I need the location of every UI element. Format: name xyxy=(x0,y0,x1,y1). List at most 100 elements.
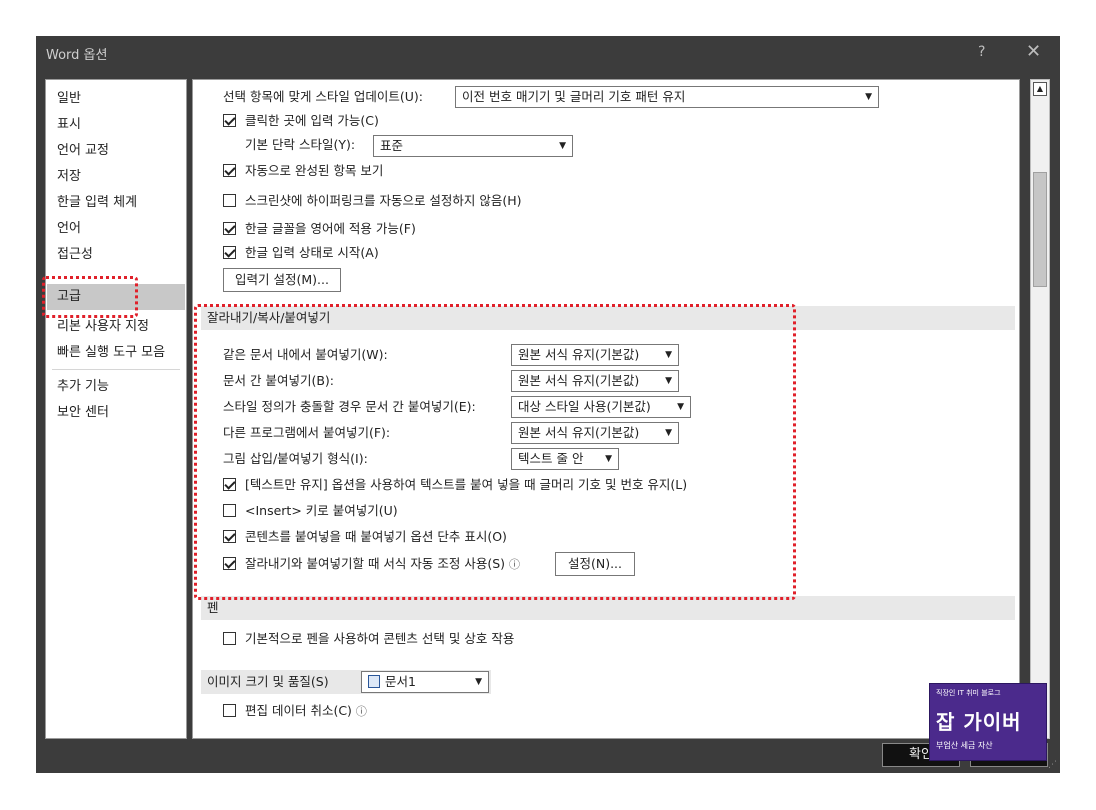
style-update-value: 이전 번호 매기기 및 글머리 기호 패턴 유지 xyxy=(462,89,686,104)
chevron-down-icon: ▼ xyxy=(605,454,612,464)
picture-insert-value: 텍스트 줄 안 xyxy=(518,451,584,466)
picture-insert-label: 그림 삽입/붙여넣기 형식(I): xyxy=(223,451,368,466)
sidebar-item-proofing[interactable]: 언어 교정 xyxy=(47,138,185,164)
insert-key-label: <Insert> 키로 붙여넣기(U) xyxy=(245,503,398,518)
chevron-down-icon: ▼ xyxy=(665,376,672,386)
hangul-start-option[interactable]: 한글 입력 상태로 시작(A) xyxy=(223,242,379,264)
paste-between-docs-label: 문서 간 붙여넣기(B): xyxy=(223,373,334,388)
vertical-scrollbar[interactable]: ▲ xyxy=(1030,79,1050,739)
picture-insert-dropdown[interactable]: 텍스트 줄 안 ▼ xyxy=(511,448,619,470)
word-options-dialog: Word 옵션 ? ✕ 일반 표시 언어 교정 저장 한글 입력 체계 언어 접… xyxy=(36,36,1060,773)
pen-select-checkbox[interactable] xyxy=(223,632,236,645)
keep-bullets-label: [텍스트만 유지] 옵션을 사용하여 텍스트를 붙여 넣을 때 글머리 기호 및… xyxy=(245,477,688,492)
chevron-down-icon: ▼ xyxy=(475,677,482,687)
sidebar-item-general[interactable]: 일반 xyxy=(47,86,185,112)
category-sidebar: 일반 표시 언어 교정 저장 한글 입력 체계 언어 접근성 고급 리본 사용자… xyxy=(45,79,187,739)
paste-style-conflict-value: 대상 스타일 사용(기본값) xyxy=(518,399,651,414)
sidebar-item-advanced[interactable]: 고급 xyxy=(47,284,185,310)
autocomplete-label: 자동으로 완성된 항목 보기 xyxy=(245,163,384,178)
screenshot-hyperlink-checkbox[interactable] xyxy=(223,194,236,207)
paste-within-doc-dropdown[interactable]: 원본 서식 유지(기본값) ▼ xyxy=(511,344,679,366)
smart-cut-settings-button[interactable]: 설정(N)... xyxy=(555,552,635,576)
resize-grip-icon[interactable]: ⋰ xyxy=(1048,760,1057,770)
scroll-up-icon[interactable]: ▲ xyxy=(1033,82,1047,96)
hangul-start-label: 한글 입력 상태로 시작(A) xyxy=(245,245,379,260)
show-paste-options-checkbox[interactable] xyxy=(223,530,236,543)
chevron-down-icon: ▼ xyxy=(865,92,872,102)
default-style-value: 표준 xyxy=(380,138,404,153)
pen-select-label: 기본적으로 펜을 사용하여 콘텐츠 선택 및 상호 작용 xyxy=(245,631,515,646)
paste-other-program-label: 다른 프로그램에서 붙여넣기(F): xyxy=(223,425,391,440)
click-type-option[interactable]: 클릭한 곳에 입력 가능(C) xyxy=(223,110,379,132)
smart-cut-label: 잘라내기와 붙여넣기할 때 서식 자동 조정 사용(S) xyxy=(245,556,506,571)
paste-within-doc-label: 같은 문서 내에서 붙여넣기(W): xyxy=(223,347,388,362)
sidebar-item-hangul-input[interactable]: 한글 입력 체계 xyxy=(47,190,185,216)
hangul-start-checkbox[interactable] xyxy=(223,246,236,259)
pen-select-option[interactable]: 기본적으로 펜을 사용하여 콘텐츠 선택 및 상호 작용 xyxy=(223,628,514,650)
smart-cut-option[interactable]: 잘라내기와 붙여넣기할 때 서식 자동 조정 사용(S) ⓘ xyxy=(223,553,520,575)
show-paste-options-label: 콘텐츠를 붙여넣을 때 붙여넣기 옵션 단추 표시(O) xyxy=(245,529,507,544)
chevron-down-icon: ▼ xyxy=(665,428,672,438)
discard-edit-label: 편집 데이터 취소(C) xyxy=(245,703,352,718)
default-style-label: 기본 단락 스타일(Y): xyxy=(245,137,356,152)
smart-cut-checkbox[interactable] xyxy=(223,557,236,570)
show-paste-options-option[interactable]: 콘텐츠를 붙여넣을 때 붙여넣기 옵션 단추 표시(O) xyxy=(223,526,507,548)
discard-edit-option[interactable]: 편집 데이터 취소(C) ⓘ xyxy=(223,700,367,722)
sidebar-item-language[interactable]: 언어 xyxy=(47,216,185,242)
sidebar-item-display[interactable]: 표시 xyxy=(47,112,185,138)
sidebar-item-accessibility[interactable]: 접근성 xyxy=(47,242,185,268)
watermark-subtitle: 부업산 세금 자산 xyxy=(936,741,993,750)
info-icon: ⓘ xyxy=(355,705,367,718)
discard-edit-checkbox[interactable] xyxy=(223,704,236,717)
dialog-title: Word 옵션 xyxy=(46,48,108,63)
blog-watermark: 직장인 IT 취미 블로그 잡 가이버 부업산 세금 자산 xyxy=(929,683,1047,761)
hangul-font-label: 한글 글꼴을 영어에 적용 가능(F) xyxy=(245,221,416,236)
keep-bullets-option[interactable]: [텍스트만 유지] 옵션을 사용하여 텍스트를 붙여 넣을 때 글머리 기호 및… xyxy=(223,474,687,496)
options-content: 선택 항목에 맞게 스타일 업데이트(U): 이전 번호 매기기 및 글머리 기… xyxy=(192,79,1020,739)
chevron-down-icon: ▼ xyxy=(677,402,684,412)
insert-key-checkbox[interactable] xyxy=(223,504,236,517)
cut-copy-paste-header: 잘라내기/복사/붙여넣기 xyxy=(201,306,1015,330)
sidebar-item-add-ins[interactable]: 추가 기능 xyxy=(47,374,185,400)
image-doc-value: 문서1 xyxy=(385,674,416,689)
sidebar-item-trust-center[interactable]: 보안 센터 xyxy=(47,400,185,426)
sidebar-item-quick-access-toolbar[interactable]: 빠른 실행 도구 모음 xyxy=(47,340,185,366)
style-update-dropdown[interactable]: 이전 번호 매기기 및 글머리 기호 패턴 유지 ▼ xyxy=(455,86,879,108)
sidebar-item-save[interactable]: 저장 xyxy=(47,164,185,190)
screenshot-hyperlink-option[interactable]: 스크린샷에 하이퍼링크를 자동으로 설정하지 않음(H) xyxy=(223,190,522,212)
click-type-checkbox[interactable] xyxy=(223,114,236,127)
paste-between-docs-value: 원본 서식 유지(기본값) xyxy=(518,373,640,388)
paste-style-conflict-dropdown[interactable]: 대상 스타일 사용(기본값) ▼ xyxy=(511,396,691,418)
insert-key-option[interactable]: <Insert> 키로 붙여넣기(U) xyxy=(223,500,398,522)
keep-bullets-checkbox[interactable] xyxy=(223,478,236,491)
paste-between-docs-dropdown[interactable]: 원본 서식 유지(기본값) ▼ xyxy=(511,370,679,392)
title-bar: Word 옵션 ? ✕ xyxy=(36,36,1060,70)
style-update-label: 선택 항목에 맞게 스타일 업데이트(U): xyxy=(223,89,424,104)
pen-header: 펜 xyxy=(201,596,1015,620)
ime-settings-button[interactable]: 입력기 설정(M)... xyxy=(223,268,341,292)
paste-other-program-dropdown[interactable]: 원본 서식 유지(기본값) ▼ xyxy=(511,422,679,444)
paste-within-doc-value: 원본 서식 유지(기본값) xyxy=(518,347,640,362)
hangul-font-option[interactable]: 한글 글꼴을 영어에 적용 가능(F) xyxy=(223,218,416,240)
help-icon[interactable]: ? xyxy=(978,44,985,60)
hangul-font-checkbox[interactable] xyxy=(223,222,236,235)
chevron-down-icon: ▼ xyxy=(665,350,672,360)
watermark-logo-text: 잡 가이버 xyxy=(936,710,1022,734)
autocomplete-checkbox[interactable] xyxy=(223,164,236,177)
sidebar-divider xyxy=(52,369,180,370)
paste-style-conflict-label: 스타일 정의가 충돌할 경우 문서 간 붙여넣기(E): xyxy=(223,399,476,414)
paste-other-program-value: 원본 서식 유지(기본값) xyxy=(518,425,640,440)
autocomplete-option[interactable]: 자동으로 완성된 항목 보기 xyxy=(223,160,383,182)
watermark-tagline: 직장인 IT 취미 블로그 xyxy=(936,689,1001,697)
scroll-thumb[interactable] xyxy=(1033,172,1047,287)
default-style-dropdown[interactable]: 표준 ▼ xyxy=(373,135,573,157)
close-icon[interactable]: ✕ xyxy=(1026,41,1041,62)
document-icon xyxy=(368,675,380,688)
image-quality-label: 이미지 크기 및 품질(S) xyxy=(207,674,329,689)
screenshot-hyperlink-label: 스크린샷에 하이퍼링크를 자동으로 설정하지 않음(H) xyxy=(245,193,522,208)
click-type-label: 클릭한 곳에 입력 가능(C) xyxy=(245,113,379,128)
info-icon: ⓘ xyxy=(509,558,521,571)
image-doc-dropdown[interactable]: 문서1 ▼ xyxy=(361,671,489,693)
sidebar-item-customize-ribbon[interactable]: 리본 사용자 지정 xyxy=(47,314,185,340)
chevron-down-icon: ▼ xyxy=(559,141,566,151)
